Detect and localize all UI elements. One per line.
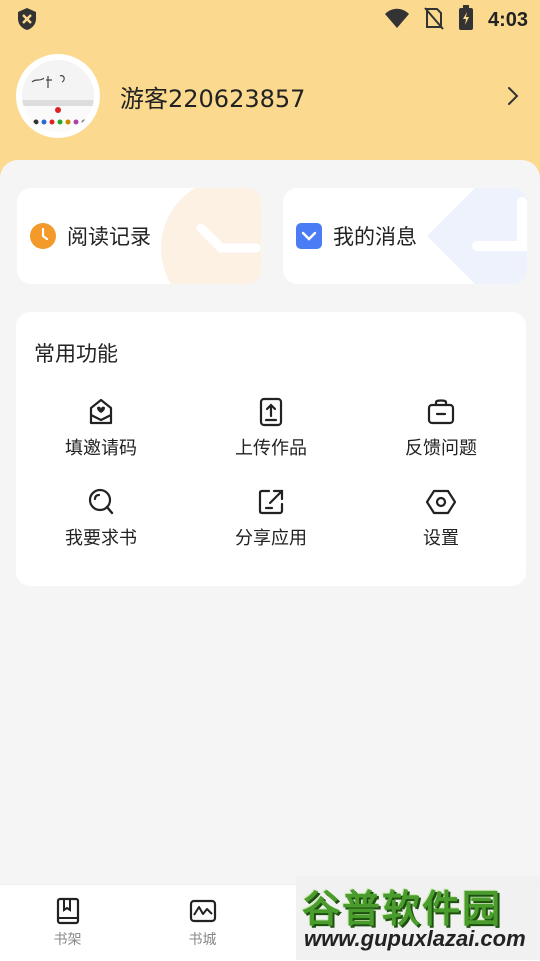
feedback-icon	[427, 399, 455, 425]
clock-icon	[29, 222, 57, 250]
status-bar: 4:03	[0, 0, 540, 36]
reading-history-card[interactable]: 阅读记录	[17, 188, 261, 284]
watermark-url: www.gupuxlazai.com	[304, 926, 526, 951]
reading-history-label: 阅读记录	[67, 225, 151, 249]
feedback-label: 反馈问题	[405, 438, 477, 459]
message-decoration	[427, 188, 527, 284]
common-functions-card: 常用功能 填邀请码 上传作品 反馈问题 我要求书 分享应用 设置	[16, 312, 526, 586]
settings-icon	[425, 489, 457, 515]
nav-item-bookstore[interactable]: 书城	[135, 885, 270, 961]
chevron-down-icon	[295, 222, 323, 250]
bookshelf-icon	[56, 897, 79, 925]
avatar[interactable]	[16, 54, 100, 138]
username: 游客220623857	[120, 84, 306, 113]
settings-button[interactable]: 设置	[356, 486, 526, 556]
function-grid: 填邀请码 上传作品 反馈问题 我要求书 分享应用 设置	[16, 396, 526, 556]
clock-decoration	[161, 188, 261, 284]
share-app-label: 分享应用	[235, 528, 307, 549]
nav-item-bookshelf[interactable]: 书架	[0, 885, 135, 961]
upload-work-label: 上传作品	[235, 438, 307, 459]
nav-label-bookstore: 书城	[188, 932, 217, 948]
upload-icon	[259, 397, 283, 427]
share-app-button[interactable]: 分享应用	[186, 486, 356, 556]
nav-label-bookshelf: 书架	[53, 932, 82, 948]
chevron-right-icon[interactable]	[502, 85, 524, 107]
request-book-label: 我要求书	[65, 528, 137, 549]
bookstore-icon	[189, 899, 216, 923]
settings-label: 设置	[423, 528, 459, 549]
invite-code-label: 填邀请码	[65, 438, 137, 459]
watermark-title: 谷普软件园	[302, 887, 503, 931]
invite-code-button[interactable]: 填邀请码	[16, 396, 186, 466]
shield-icon	[16, 7, 38, 35]
common-functions-title: 常用功能	[34, 342, 118, 366]
status-time: 4:03	[487, 8, 528, 31]
feedback-button[interactable]: 反馈问题	[356, 396, 526, 466]
envelope-icon	[89, 398, 113, 425]
share-icon	[258, 489, 284, 515]
battery-icon	[458, 5, 474, 35]
watermark: 谷普软件园 www.gupuxlazai.com	[296, 876, 540, 960]
my-messages-card[interactable]: 我的消息	[283, 188, 527, 284]
no-sim-icon	[424, 6, 444, 34]
my-messages-label: 我的消息	[333, 225, 417, 249]
profile-row[interactable]: 游客220623857	[16, 52, 524, 140]
request-book-button[interactable]: 我要求书	[16, 486, 186, 556]
request-book-icon	[88, 488, 114, 515]
wifi-icon	[384, 7, 410, 33]
upload-work-button[interactable]: 上传作品	[186, 396, 356, 466]
